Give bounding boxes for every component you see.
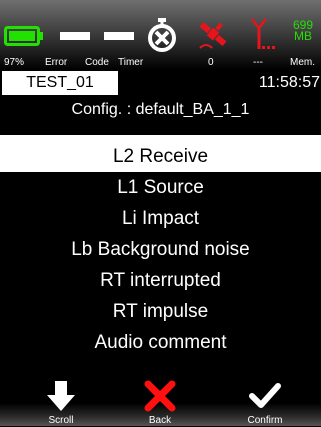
menu-item-lb-background-noise[interactable]: Lb Background noise	[0, 234, 321, 265]
antenna-value: ---	[253, 57, 263, 68]
arrow-down-icon	[47, 381, 75, 411]
measurement-menu: L2 Receive L1 Source Li Impact Lb Backgr…	[0, 141, 321, 358]
softkey-bar: Scroll Back Confirm	[0, 375, 321, 426]
test-name-field[interactable]: TEST_01	[2, 71, 118, 95]
battery-icon	[4, 26, 43, 46]
battery-percent: 97%	[4, 57, 25, 68]
scroll-button[interactable]: Scroll	[16, 375, 106, 426]
code-label: Code	[85, 57, 109, 68]
confirm-label: Confirm	[247, 415, 283, 426]
menu-item-li-impact[interactable]: Li Impact	[0, 203, 321, 234]
error-label: Error	[45, 57, 68, 68]
memory-unit: MB	[294, 29, 312, 43]
config-label: Config. : default_BA_1_1	[71, 101, 250, 118]
menu-item-l2-receive[interactable]: L2 Receive	[0, 141, 321, 172]
close-icon	[144, 380, 176, 412]
confirm-button[interactable]: Confirm	[220, 375, 310, 426]
satellite-count: 0	[208, 57, 214, 68]
antenna-icon	[251, 18, 275, 49]
status-bar: 699 MB 97% Error Code Timer 0 --- Mem.	[0, 0, 321, 70]
error-indicator-icon	[60, 32, 90, 40]
scroll-label: Scroll	[48, 415, 74, 426]
memory-label: Mem.	[290, 57, 315, 68]
satellite-icon	[199, 22, 227, 49]
back-button[interactable]: Back	[115, 375, 205, 426]
menu-item-l1-source[interactable]: L1 Source	[0, 172, 321, 203]
menu-item-rt-interrupted[interactable]: RT interrupted	[0, 265, 321, 296]
timer-label: Timer	[118, 57, 144, 68]
code-indicator-icon	[104, 32, 134, 40]
menu-item-rt-impulse[interactable]: RT impulse	[0, 296, 321, 327]
back-label: Back	[148, 415, 172, 426]
memory-readout: 699 MB	[287, 19, 319, 43]
timer-icon	[148, 18, 176, 52]
clock: 11:58:57	[258, 74, 320, 91]
menu-item-audio-comment[interactable]: Audio comment	[0, 327, 321, 358]
checkmark-icon	[249, 383, 281, 408]
